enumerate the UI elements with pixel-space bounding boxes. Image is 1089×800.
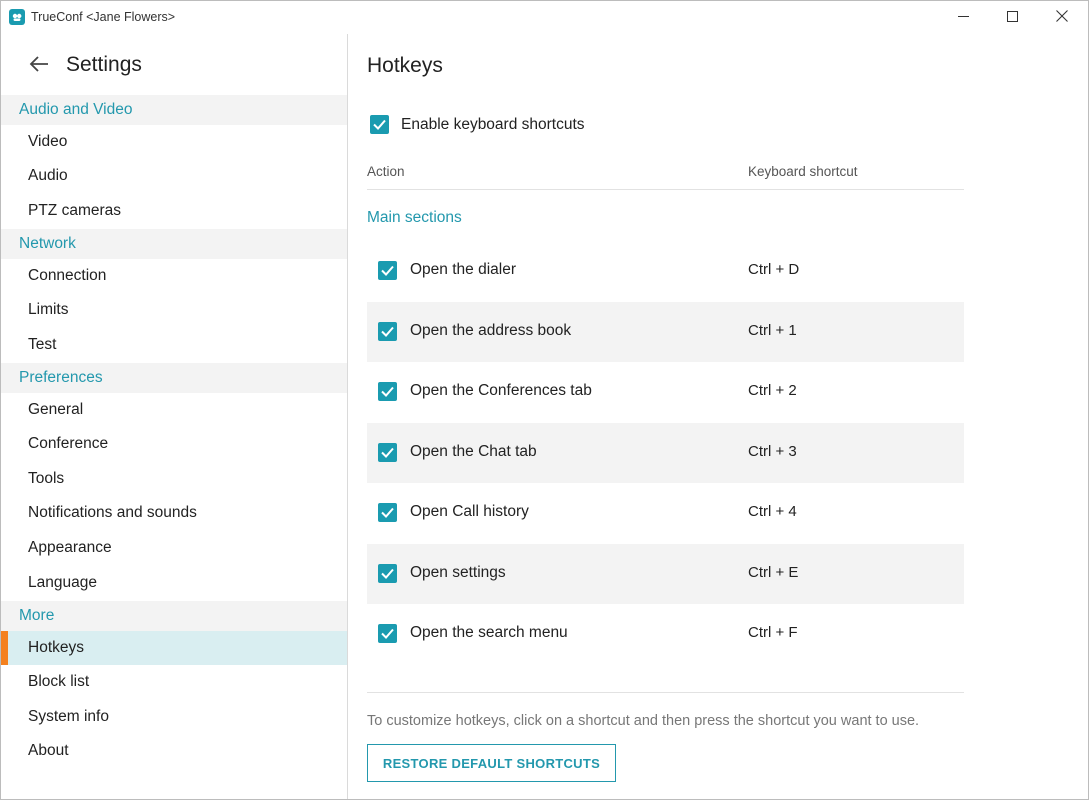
maximize-icon <box>1006 9 1018 27</box>
hotkey-checkbox[interactable] <box>378 261 397 280</box>
hotkey-action-label: Open settings <box>410 564 506 581</box>
customize-hint: To customize hotkeys, click on a shortcu… <box>367 713 920 729</box>
hotkey-shortcut[interactable]: Ctrl + F <box>748 624 798 641</box>
sidebar-item-tools[interactable]: Tools <box>1 462 347 496</box>
hotkey-row[interactable]: Open settings Ctrl + E <box>367 544 964 604</box>
sidebar-item-limits[interactable]: Limits <box>1 293 347 327</box>
sidebar-item-connection[interactable]: Connection <box>1 259 347 293</box>
hotkey-shortcut[interactable]: Ctrl + 4 <box>748 503 797 520</box>
back-button[interactable] <box>27 54 51 78</box>
hotkey-row[interactable]: Open Call history Ctrl + 4 <box>367 483 964 543</box>
sidebar-item-system-info[interactable]: System info <box>1 700 347 734</box>
restore-default-shortcuts-button[interactable]: RESTORE DEFAULT SHORTCUTS <box>367 744 616 782</box>
sidebar-item-appearance[interactable]: Appearance <box>1 531 347 565</box>
hotkey-action-label: Open the Chat tab <box>410 443 537 460</box>
sidebar-title: Settings <box>66 53 142 76</box>
arrow-left-icon <box>29 55 49 78</box>
footer-divider <box>367 692 964 693</box>
sidebar-item-test[interactable]: Test <box>1 328 347 362</box>
sidebar-item-about[interactable]: About <box>1 734 347 768</box>
sidebar-item-hotkeys[interactable]: Hotkeys <box>1 631 347 665</box>
sidebar-item-block-list[interactable]: Block list <box>1 665 347 699</box>
window-title: TrueConf <Jane Flowers> <box>31 10 176 24</box>
section-preferences: Preferences <box>1 363 347 393</box>
hotkey-row[interactable]: Open the Conferences tab Ctrl + 2 <box>367 362 964 422</box>
hotkey-checkbox[interactable] <box>378 382 397 401</box>
section-network: Network <box>1 229 347 259</box>
minimize-icon <box>957 9 969 27</box>
hotkey-action-label: Open the search menu <box>410 624 568 641</box>
hotkey-shortcut[interactable]: Ctrl + 1 <box>748 322 797 339</box>
hotkey-checkbox[interactable] <box>378 503 397 522</box>
section-audio-and-video: Audio and Video <box>1 95 347 125</box>
hotkey-row[interactable]: Open the Chat tab Ctrl + 3 <box>367 423 964 483</box>
hotkey-row[interactable]: Open the dialer Ctrl + D <box>367 241 964 301</box>
group-label-main-sections: Main sections <box>367 209 462 226</box>
maximize-button[interactable] <box>987 1 1037 34</box>
sidebar-item-general[interactable]: General <box>1 393 347 427</box>
sidebar-item-conference[interactable]: Conference <box>1 427 347 461</box>
hotkey-row[interactable]: Open the address book Ctrl + 1 <box>367 302 964 362</box>
hotkey-action-label: Open Call history <box>410 503 529 520</box>
enable-shortcuts-label[interactable]: Enable keyboard shortcuts <box>401 116 585 134</box>
settings-sidebar: Settings Audio and Video Video Audio PTZ… <box>1 34 348 799</box>
hotkey-checkbox[interactable] <box>378 564 397 583</box>
column-header-action: Action <box>367 164 405 179</box>
hotkey-shortcut[interactable]: Ctrl + E <box>748 564 798 581</box>
hotkey-action-label: Open the dialer <box>410 261 516 278</box>
sidebar-item-language[interactable]: Language <box>1 566 347 600</box>
minimize-button[interactable] <box>938 1 988 34</box>
hotkey-checkbox[interactable] <box>378 624 397 643</box>
section-more: More <box>1 601 347 631</box>
hotkeys-panel: Hotkeys Enable keyboard shortcuts Action… <box>348 34 1088 799</box>
close-button[interactable] <box>1037 1 1087 34</box>
header-divider <box>367 189 964 190</box>
hotkey-checkbox[interactable] <box>378 322 397 341</box>
title-bar[interactable]: TrueConf <Jane Flowers> <box>1 1 1088 34</box>
hotkey-checkbox[interactable] <box>378 443 397 462</box>
trueconf-logo-icon <box>9 9 25 25</box>
hotkey-action-label: Open the address book <box>410 322 572 339</box>
sidebar-item-notifications-and-sounds[interactable]: Notifications and sounds <box>1 496 347 530</box>
sidebar-item-audio[interactable]: Audio <box>1 159 347 193</box>
sidebar-item-video[interactable]: Video <box>1 125 347 159</box>
hotkey-row[interactable]: Open the search menu Ctrl + F <box>367 604 964 664</box>
hotkey-action-label: Open the Conferences tab <box>410 382 592 399</box>
enable-shortcuts-checkbox[interactable] <box>370 115 389 134</box>
close-icon <box>1056 9 1068 27</box>
hotkey-shortcut[interactable]: Ctrl + 2 <box>748 382 797 399</box>
sidebar-item-ptz-cameras[interactable]: PTZ cameras <box>1 194 347 228</box>
app-window: TrueConf <Jane Flowers> Settings Audio a… <box>0 0 1089 800</box>
page-title: Hotkeys <box>367 54 443 77</box>
column-header-shortcut: Keyboard shortcut <box>748 164 858 179</box>
hotkey-shortcut[interactable]: Ctrl + D <box>748 261 799 278</box>
hotkey-shortcut[interactable]: Ctrl + 3 <box>748 443 797 460</box>
